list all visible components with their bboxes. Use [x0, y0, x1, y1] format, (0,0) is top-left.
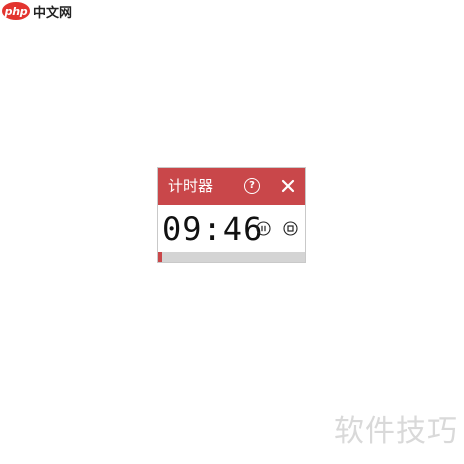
site-logo: php 中文网	[2, 1, 72, 21]
timer-widget: 计时器 ? 09:46	[157, 167, 306, 263]
pause-circle-icon[interactable]	[256, 221, 271, 236]
php-logo-badge: php	[2, 2, 30, 20]
timer-title: 计时器	[168, 177, 214, 195]
timer-header: 计时器 ?	[158, 168, 305, 205]
timer-time-display: 09:46	[162, 210, 264, 248]
progress-bar	[158, 252, 305, 262]
site-name: 中文网	[33, 5, 73, 21]
stop-circle-icon[interactable]	[283, 221, 298, 236]
watermark-text: 软件技巧	[334, 414, 458, 449]
page: php 中文网 计时器 ? 09:46 软件技巧	[0, 0, 464, 464]
help-icon[interactable]: ?	[244, 178, 260, 194]
progress-fill	[158, 252, 162, 262]
close-icon[interactable]	[280, 178, 296, 194]
